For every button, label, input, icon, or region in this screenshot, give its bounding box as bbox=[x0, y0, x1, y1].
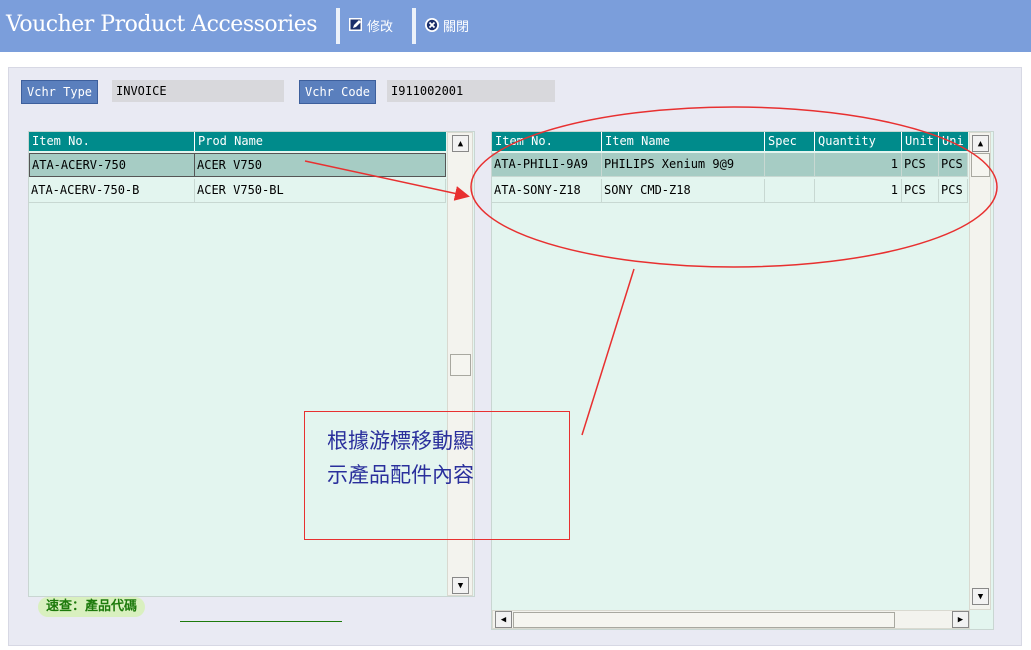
accessory-grid: Item No. Item Name Spec Quantity Unit Un… bbox=[491, 131, 994, 630]
cell-unit-2: PCS bbox=[939, 153, 968, 177]
left-arrow-icon: ◀ bbox=[500, 614, 507, 625]
cell-item-no: ATA-SONY-Z18 bbox=[492, 179, 602, 203]
cell-prod-name: ACER V750-BL bbox=[195, 179, 446, 203]
cell-prod-name: ACER V750 bbox=[195, 153, 446, 177]
column-header-quantity[interactable]: Quantity bbox=[815, 132, 902, 151]
scroll-right-button[interactable]: ▶ bbox=[952, 611, 969, 628]
column-header-unit-2[interactable]: Uni bbox=[939, 132, 968, 151]
up-arrow-icon: ▲ bbox=[977, 138, 984, 149]
scroll-thumb[interactable] bbox=[450, 354, 471, 376]
scroll-up-button[interactable]: ▲ bbox=[452, 135, 469, 152]
close-circle-icon bbox=[424, 17, 440, 33]
column-header-item-name[interactable]: Item Name bbox=[602, 132, 765, 151]
accessory-grid-vscrollbar[interactable]: ▲ ▼ bbox=[969, 132, 991, 610]
vchr-type-value: INVOICE bbox=[112, 80, 284, 102]
cell-item-name: SONY CMD-Z18 bbox=[602, 179, 765, 203]
app-title: Voucher Product Accessories bbox=[6, 12, 318, 37]
cell-spec bbox=[765, 153, 815, 177]
cell-item-name: PHILIPS Xenium 9@9 bbox=[602, 153, 765, 177]
column-header-unit[interactable]: Unit bbox=[902, 132, 939, 151]
accessory-grid-hscrollbar[interactable]: ◀ ▶ bbox=[492, 610, 970, 629]
annotation-text: 根據游標移動顯 示產品配件內容 bbox=[327, 424, 474, 492]
up-arrow-icon: ▲ bbox=[457, 138, 464, 149]
close-button[interactable]: 關閉 bbox=[424, 14, 469, 36]
product-grid-header: Item No. Prod Name bbox=[29, 132, 446, 151]
column-header-item-no[interactable]: Item No. bbox=[29, 132, 195, 151]
down-arrow-icon: ▼ bbox=[977, 591, 984, 602]
column-header-spec[interactable]: Spec bbox=[765, 132, 815, 151]
title-bar: Voucher Product Accessories 修改 關閉 bbox=[0, 0, 1031, 52]
cell-spec bbox=[765, 179, 815, 203]
cell-unit: PCS bbox=[902, 153, 939, 177]
cell-quantity: 1 bbox=[815, 179, 902, 203]
table-row[interactable]: ATA-SONY-Z18 SONY CMD-Z18 1 PCS PCS bbox=[492, 179, 968, 203]
quick-search-input[interactable] bbox=[180, 603, 342, 622]
column-header-prod-name[interactable]: Prod Name bbox=[195, 132, 446, 151]
edit-button[interactable]: 修改 bbox=[348, 14, 393, 36]
cell-quantity: 1 bbox=[815, 153, 902, 177]
table-row[interactable]: ATA-ACERV-750 ACER V750 bbox=[29, 153, 446, 177]
scroll-thumb[interactable] bbox=[971, 153, 990, 177]
cell-unit: PCS bbox=[902, 179, 939, 203]
quick-search-label: 速查：產品代碼 bbox=[38, 597, 146, 617]
scroll-thumb[interactable] bbox=[513, 612, 895, 628]
cell-unit-2: PCS bbox=[939, 179, 968, 203]
annotation-line-2: 示產品配件內容 bbox=[327, 463, 474, 487]
annotation-line-1: 根據游標移動顯 bbox=[327, 429, 474, 453]
cell-item-no: ATA-ACERV-750-B bbox=[29, 179, 195, 203]
accessory-grid-header: Item No. Item Name Spec Quantity Unit Un… bbox=[492, 132, 968, 151]
scroll-left-button[interactable]: ◀ bbox=[495, 611, 512, 628]
close-button-label: 關閉 bbox=[443, 19, 470, 35]
vchr-code-label: Vchr Code bbox=[299, 80, 377, 104]
table-row[interactable]: ATA-ACERV-750-B ACER V750-BL bbox=[29, 179, 446, 203]
column-header-item-no[interactable]: Item No. bbox=[492, 132, 602, 151]
edit-button-label: 修改 bbox=[367, 19, 394, 35]
toolbar-separator bbox=[412, 8, 416, 44]
vchr-code-value: I911002001 bbox=[387, 80, 555, 102]
toolbar-separator bbox=[336, 8, 340, 44]
edit-icon bbox=[348, 17, 364, 33]
cell-item-no: ATA-ACERV-750 bbox=[29, 153, 195, 177]
cell-item-no: ATA-PHILI-9A9 bbox=[492, 153, 602, 177]
scroll-up-button[interactable]: ▲ bbox=[972, 135, 989, 152]
down-arrow-icon: ▼ bbox=[457, 580, 464, 591]
scroll-down-button[interactable]: ▼ bbox=[972, 588, 989, 605]
scroll-down-button[interactable]: ▼ bbox=[452, 577, 469, 594]
annotation-note: 根據游標移動顯 示產品配件內容 bbox=[304, 411, 570, 540]
right-arrow-icon: ▶ bbox=[957, 614, 964, 625]
table-row[interactable]: ATA-PHILI-9A9 PHILIPS Xenium 9@9 1 PCS P… bbox=[492, 153, 968, 177]
vchr-type-label: Vchr Type bbox=[21, 80, 99, 104]
